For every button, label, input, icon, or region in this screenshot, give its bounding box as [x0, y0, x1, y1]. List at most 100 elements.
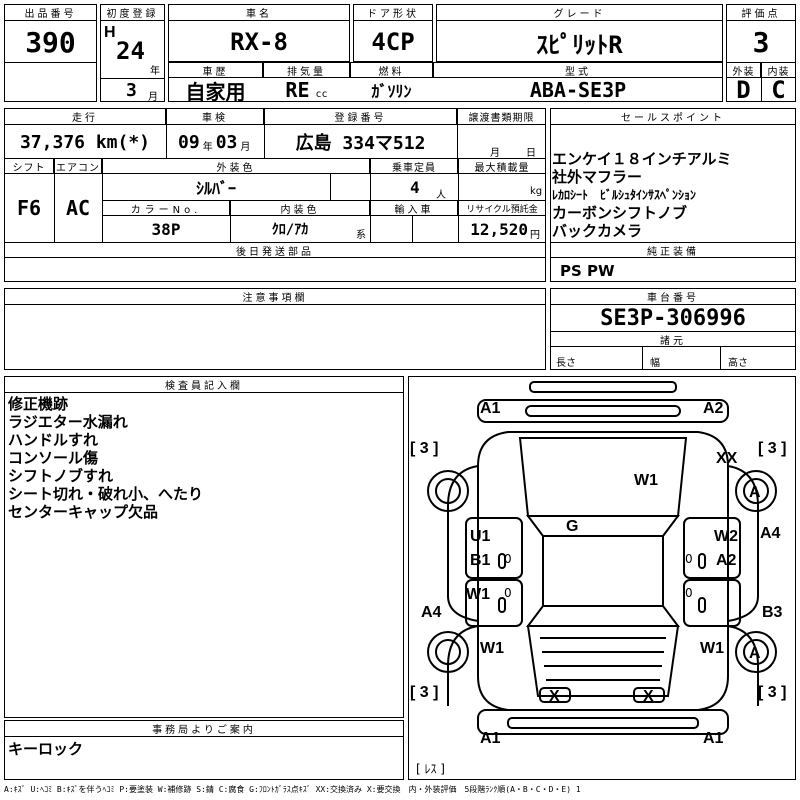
ac: AC [65, 196, 91, 220]
mark-front-left-bumper: A1 [480, 400, 501, 417]
transfer-label: 譲渡書類期限 [457, 108, 546, 125]
recycle-label: リサイクル預託金 [458, 200, 546, 216]
displacement-label: 排気量 [263, 62, 350, 78]
sales-point: 社外マフラー [552, 168, 643, 186]
divider [720, 347, 721, 370]
int-color-label: 内装色 [230, 200, 370, 216]
chassis-number: SE3P-306996 [600, 305, 746, 331]
inspector-note: 修正機跡 [8, 395, 69, 413]
year-unit: 年 [150, 66, 160, 77]
divider [642, 347, 643, 370]
model-code: ABA-SE3P [529, 78, 627, 102]
inspector-note: ラジエター水漏れ [8, 413, 128, 431]
mark-rear-lamp-right: X [643, 688, 654, 705]
first-registration-label: 初度登録 [100, 4, 165, 21]
mark-left-rear-door: W1 [466, 586, 490, 603]
lot-number: 390 [25, 25, 76, 59]
transfer-day-unit: 日 [526, 148, 536, 159]
sales-points-label: セールスポイント [550, 108, 796, 125]
height-label: 高さ [728, 358, 748, 369]
less-label: [ ﾚｽ ] [416, 762, 445, 776]
max-load-label: 最大積載量 [458, 158, 546, 174]
door-handle-mark: 0 [685, 552, 693, 566]
shift-label: シフト [4, 158, 54, 174]
ext-color-label: 外装色 [102, 158, 370, 174]
inspector-note: センターキャップ欠品 [8, 503, 159, 521]
sales-point: カーボンシフトノブ [552, 204, 688, 222]
grade: ｽﾋﾟﾘｯﾄR [536, 30, 623, 59]
inspector-note: ハンドルすれ [8, 431, 99, 449]
mark-hood: W1 [634, 472, 658, 489]
later-parts-label: 後日発送部品 [4, 242, 546, 258]
mark-rear-lamp-left: X [549, 688, 560, 705]
divider [230, 200, 231, 242]
divider [264, 108, 265, 158]
mark-rear-right-bumper: A1 [703, 730, 724, 747]
sales-point: エンケイ１８インチアルミ [552, 150, 732, 168]
mark-right-front-door-top: W2 [714, 528, 738, 545]
mark-left-front-door-bottom: B1 [470, 552, 491, 569]
plate-number: 広島 334マ512 [295, 133, 426, 154]
recycle-unit: 円 [530, 230, 540, 241]
width-label: 幅 [650, 358, 660, 369]
mark-windshield: XX [716, 450, 738, 467]
inspector-note: コンソール傷 [8, 449, 99, 467]
divider [4, 62, 97, 63]
transfer-month-unit: 月 [490, 148, 500, 159]
equipment: PS PW [560, 262, 615, 280]
mark-front-right-wheel: A [749, 484, 761, 501]
inspector-note: シフトノブすれ [8, 467, 114, 485]
model-label: 型式 [433, 62, 723, 78]
door-handle-mark: 0 [685, 586, 693, 600]
mark-right-front-door-bottom: A2 [716, 552, 737, 569]
door-handle-mark: 0 [504, 552, 512, 566]
door-label: ドア形状 [353, 4, 433, 21]
door-type: 4CP [371, 28, 415, 56]
grade-label: グレード [436, 4, 723, 21]
divider [412, 216, 413, 242]
color-no-label: カラーNo. [102, 200, 230, 216]
dims-label: 諸元 [550, 331, 796, 347]
office-label: 事務局よりご案内 [4, 720, 404, 737]
fuel: ｶﾞｿﾘﾝ [371, 82, 412, 101]
mark-rear-left-bumper: A1 [480, 730, 501, 747]
max-load-unit: kg [530, 186, 543, 197]
fuel-label: 燃料 [350, 62, 433, 78]
shift: F6 [16, 196, 42, 220]
mark-bracket-fr: [ 3 ] [758, 440, 787, 457]
mark-bracket-fl: [ 3 ] [410, 440, 439, 457]
int-color: ｸﾛ/ｱｶ [271, 222, 309, 238]
car-diagram [427, 381, 777, 735]
divider [457, 108, 458, 158]
inspector-label: 検査員記入欄 [4, 376, 404, 393]
mark-right-rear-side: B3 [762, 604, 783, 621]
car-name: RX-8 [230, 28, 288, 56]
interior-grade: C [771, 76, 786, 104]
import-label: 輸入車 [370, 200, 458, 216]
divider [761, 62, 762, 102]
door-handle-mark: 0 [504, 586, 512, 600]
mark-roof: G [566, 518, 579, 535]
equipment-label: 純正装備 [550, 242, 796, 258]
plate-label: 登録番号 [264, 108, 457, 125]
mark-bracket-rr: [ 3 ] [758, 684, 787, 701]
mark-right-rear-fender: W1 [700, 640, 724, 657]
mark-bracket-rl: [ 3 ] [410, 684, 439, 701]
inspection: 09 年 03 月 [178, 131, 251, 153]
displacement: RE cc [285, 78, 328, 102]
divider [166, 108, 167, 158]
sales-point: ﾚｶﾛｼｰﾄ ﾋﾞﾙｼｭﾀｲﾝｻｽﾍﾟﾝｼｮﾝ [552, 188, 697, 202]
month-unit: 月 [148, 92, 158, 103]
inspector-note: シート切れ・破れ小、へたり [8, 485, 204, 503]
sales-point: バックカメラ [552, 222, 643, 240]
inspection-label: 車検 [166, 108, 264, 125]
mileage-label: 走行 [4, 108, 166, 125]
car-name-label: 車名 [168, 4, 350, 21]
caution-label: 注意事項欄 [4, 288, 546, 305]
mark-left-rear-side: A4 [421, 604, 442, 621]
ac-label: エアコン [54, 158, 102, 174]
mileage: 37,376 km(*) [19, 131, 151, 153]
divider [54, 158, 55, 242]
office-note: キーロック [8, 740, 84, 758]
capacity-unit: 人 [436, 190, 446, 201]
